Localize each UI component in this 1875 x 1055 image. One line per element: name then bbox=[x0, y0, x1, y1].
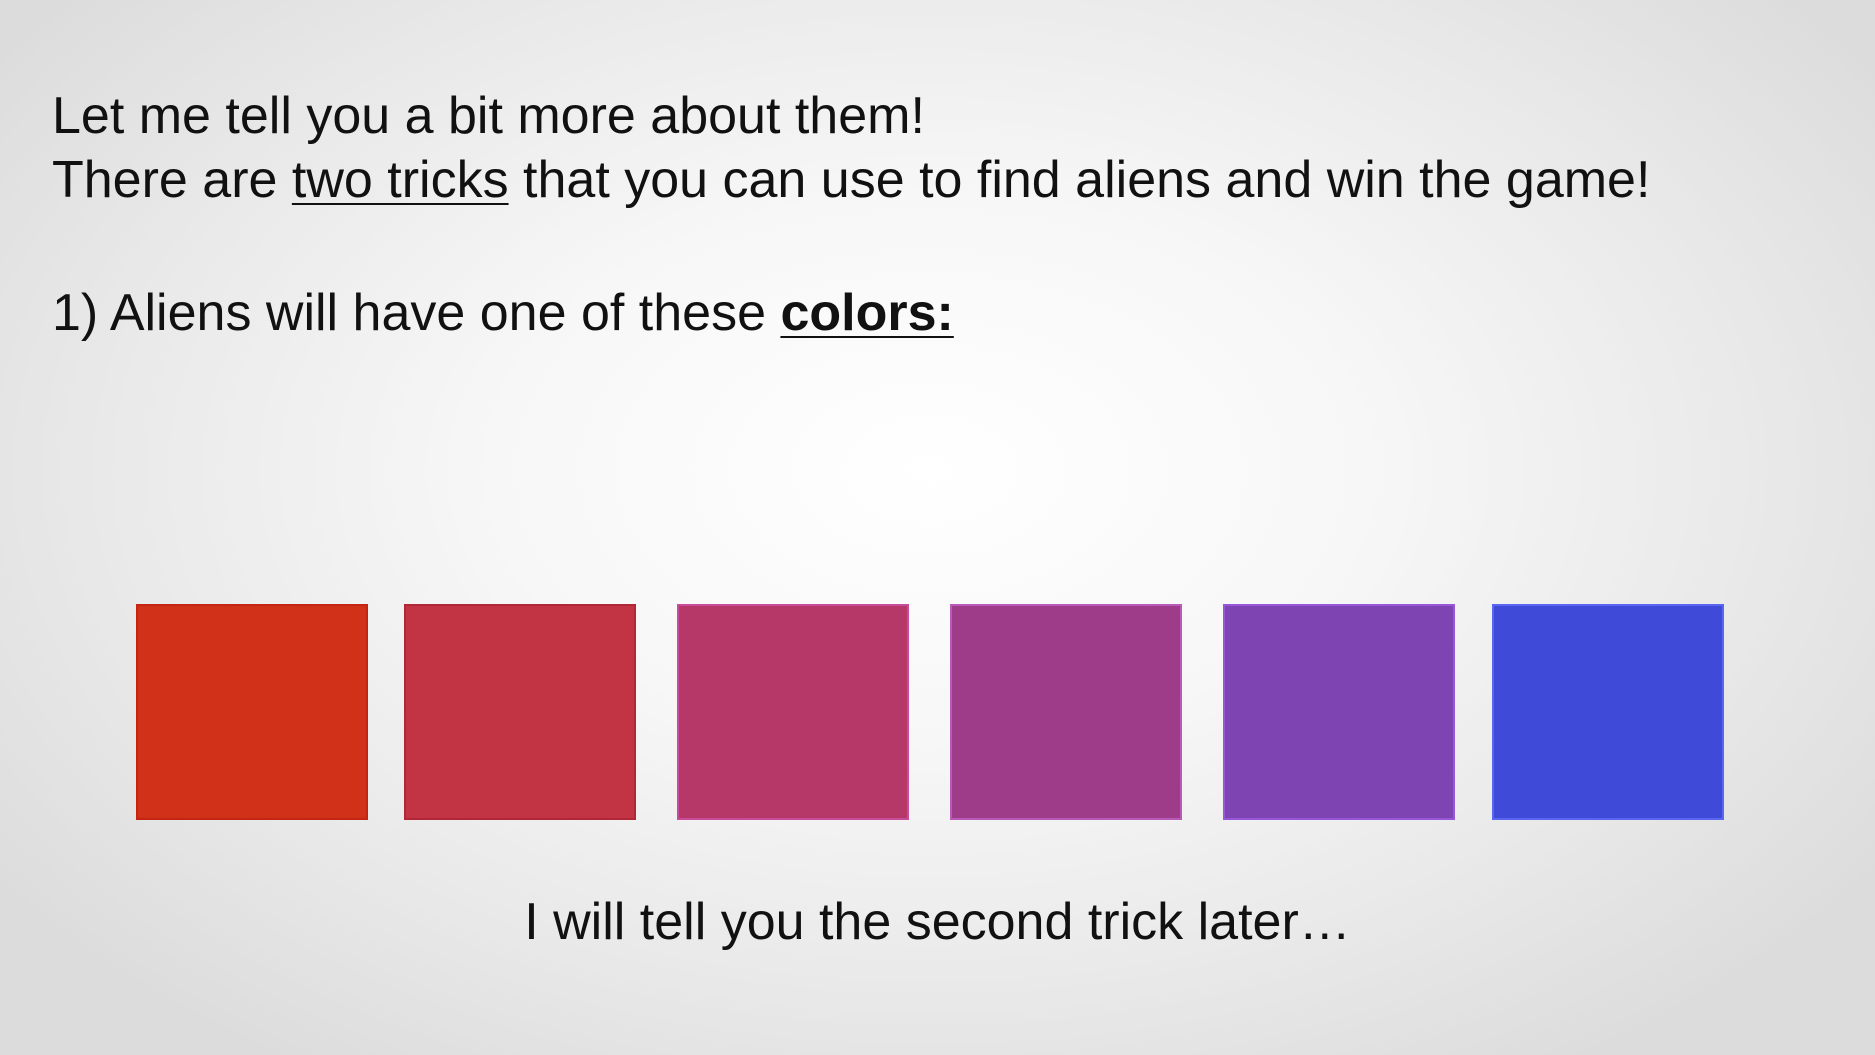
color-swatch-5 bbox=[1223, 604, 1455, 820]
color-swatches bbox=[0, 604, 1875, 824]
two-tricks-emphasis: two tricks bbox=[291, 151, 509, 209]
colors-trick-text: 1) Aliens will have one of these bbox=[52, 284, 781, 342]
tricks-line-start: There are bbox=[52, 151, 292, 209]
colors-emphasis: colors: bbox=[780, 284, 954, 342]
tricks-line: There are two tricks that you can use to… bbox=[52, 148, 1650, 212]
color-swatch-1 bbox=[136, 604, 368, 820]
second-trick-caption: I will tell you the second trick later… bbox=[524, 893, 1351, 951]
intro-line: Let me tell you a bit more about them! bbox=[52, 87, 925, 145]
color-swatch-3 bbox=[677, 604, 909, 820]
color-swatch-2 bbox=[404, 604, 636, 820]
tricks-line-end: that you can use to find aliens and win … bbox=[508, 151, 1651, 209]
color-swatch-6 bbox=[1492, 604, 1724, 820]
color-swatch-4 bbox=[950, 604, 1182, 820]
colors-trick-line: 1) Aliens will have one of these colors: bbox=[52, 281, 954, 345]
slide: Let me tell you a bit more about them! T… bbox=[0, 0, 1875, 1055]
